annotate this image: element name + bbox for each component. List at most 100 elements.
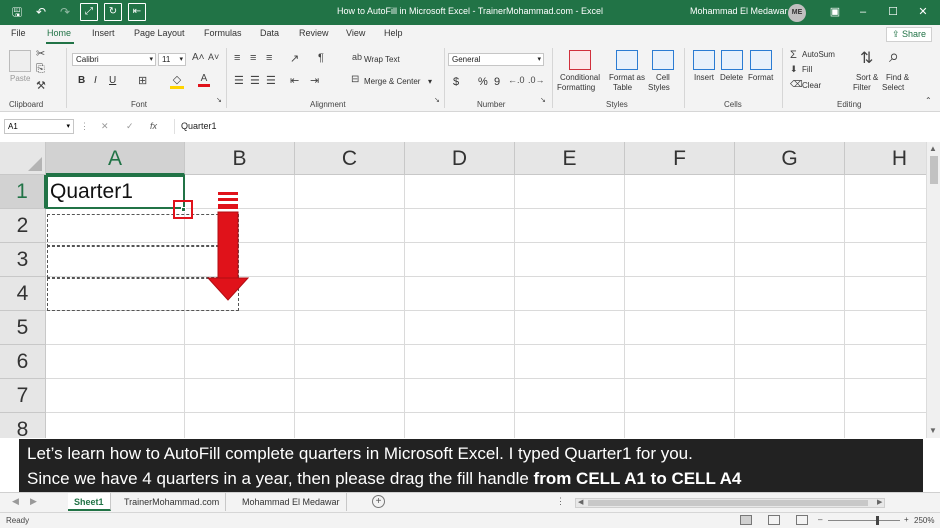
number-dialog-launcher-icon[interactable]: ↘ xyxy=(540,96,546,104)
share-button[interactable]: ⇪ Share xyxy=(886,27,932,42)
underline-button[interactable]: U xyxy=(109,75,116,86)
tab-data[interactable]: Data xyxy=(260,28,279,38)
fill-handle[interactable] xyxy=(181,207,186,212)
conditional-formatting-label-1[interactable]: Conditional xyxy=(560,73,600,82)
borders-icon[interactable]: ⊞ xyxy=(138,74,147,87)
merge-center-button[interactable]: Merge & Center xyxy=(364,77,420,86)
paste-icon[interactable] xyxy=(9,50,31,72)
decrease-font-icon[interactable]: A˅ xyxy=(208,52,219,62)
find-select-label-2[interactable]: Select xyxy=(882,83,904,92)
delete-cells-button[interactable]: Delete xyxy=(720,73,743,82)
paragraph-icon[interactable]: ¶ xyxy=(318,52,324,64)
decrease-indent-icon[interactable]: ⇤ xyxy=(290,74,299,87)
align-right-icon[interactable]: ☰ xyxy=(266,74,276,87)
format-as-table-label-2[interactable]: Table xyxy=(613,83,632,92)
align-top-icon[interactable]: ≡ xyxy=(234,52,240,64)
row-header-8[interactable]: 8 xyxy=(0,413,46,438)
row-header-2[interactable]: 2 xyxy=(0,209,46,243)
cancel-icon[interactable]: ✕ xyxy=(101,121,109,132)
tab-review[interactable]: Review xyxy=(299,28,329,38)
insert-cells-button[interactable]: Insert xyxy=(694,73,714,82)
zoom-slider[interactable] xyxy=(828,520,900,521)
tab-formulas[interactable]: Formulas xyxy=(204,28,242,38)
column-header-f[interactable]: F xyxy=(625,142,735,175)
column-header-d[interactable]: D xyxy=(405,142,515,175)
page-layout-view-icon[interactable] xyxy=(768,515,780,525)
scroll-down-icon[interactable]: ▼ xyxy=(929,426,937,435)
vertical-scroll-thumb[interactable] xyxy=(930,156,938,184)
avatar[interactable]: ME xyxy=(788,4,806,22)
font-size-combo[interactable]: 11 ▾ xyxy=(158,53,186,66)
row-header-4[interactable]: 4 xyxy=(0,277,46,311)
scroll-left-icon[interactable]: ◀ xyxy=(578,498,583,506)
increase-indent-icon[interactable]: ⇥ xyxy=(310,74,319,87)
maximize-icon[interactable]: ☐ xyxy=(882,2,904,22)
percent-button[interactable]: % xyxy=(478,76,488,88)
column-header-b[interactable]: B xyxy=(185,142,295,175)
alignment-dialog-launcher-icon[interactable]: ↘ xyxy=(434,96,440,104)
tab-help[interactable]: Help xyxy=(384,28,403,38)
cell-styles-label-2[interactable]: Styles xyxy=(648,83,670,92)
column-header-c[interactable]: C xyxy=(295,142,405,175)
paste-button[interactable]: Paste xyxy=(10,74,30,83)
orientation-icon[interactable]: ↗ xyxy=(290,52,299,65)
zoom-level[interactable]: 250% xyxy=(914,516,934,525)
format-as-table-label-1[interactable]: Format as xyxy=(609,73,645,82)
collapse-ribbon-icon[interactable]: ⌃ xyxy=(925,96,932,105)
format-painter-icon[interactable]: ⚒ xyxy=(36,79,46,92)
currency-button[interactable]: $ xyxy=(453,76,459,88)
row-header-1[interactable]: 1 xyxy=(0,175,46,209)
font-name-combo[interactable]: Calibri ▾ xyxy=(72,53,156,66)
number-format-combo[interactable]: General ▾ xyxy=(448,53,544,66)
conditional-formatting-label-2[interactable]: Formatting xyxy=(557,83,595,92)
row-header-7[interactable]: 7 xyxy=(0,379,46,413)
zoom-slider-knob[interactable] xyxy=(876,516,879,525)
align-center-icon[interactable]: ☰ xyxy=(250,74,260,87)
close-icon[interactable]: ✕ xyxy=(912,2,934,22)
zoom-in-icon[interactable]: + xyxy=(904,515,909,524)
tab-home[interactable]: Home xyxy=(47,28,71,38)
select-all-button[interactable] xyxy=(0,142,46,175)
fill-button[interactable]: Fill xyxy=(802,65,812,74)
autosum-button[interactable]: AutoSum xyxy=(802,50,835,59)
chevron-down-icon[interactable]: ▾ xyxy=(428,77,432,86)
sheet-tab-trainer[interactable]: TrainerMohammad.com xyxy=(118,493,227,511)
font-color-icon[interactable]: A xyxy=(198,73,210,87)
scroll-up-icon[interactable]: ▲ xyxy=(929,144,937,153)
sort-filter-label-1[interactable]: Sort & xyxy=(856,73,878,82)
user-name[interactable]: Mohammad El Medawar xyxy=(690,6,788,16)
decrease-decimal-icon[interactable]: .0→ xyxy=(528,75,545,85)
normal-view-icon[interactable] xyxy=(740,515,752,525)
minimize-icon[interactable]: – xyxy=(852,2,874,22)
align-middle-icon[interactable]: ≡ xyxy=(250,52,256,64)
formula-input[interactable]: Quarter1 xyxy=(174,119,936,134)
scroll-right-icon[interactable]: ▶ xyxy=(877,498,882,506)
bold-button[interactable]: B xyxy=(78,75,85,86)
add-sheet-button[interactable]: + xyxy=(372,495,385,508)
horizontal-scroll-thumb[interactable] xyxy=(588,500,868,506)
column-header-h[interactable]: H xyxy=(845,142,926,175)
sheet-tab-author[interactable]: Mohammad El Medawar xyxy=(236,493,347,511)
italic-button[interactable]: I xyxy=(94,75,97,86)
row-header-3[interactable]: 3 xyxy=(0,243,46,277)
horizontal-scrollbar[interactable] xyxy=(575,498,885,508)
tab-insert[interactable]: Insert xyxy=(92,28,115,38)
insert-function-icon[interactable]: fx xyxy=(150,121,157,131)
row-header-6[interactable]: 6 xyxy=(0,345,46,379)
more-options-icon[interactable]: ⋮ xyxy=(80,121,89,132)
more-sheets-icon[interactable]: ⋮ xyxy=(556,496,565,507)
zoom-out-icon[interactable]: – xyxy=(818,515,822,524)
column-header-a[interactable]: A xyxy=(46,142,185,175)
increase-decimal-icon[interactable]: ←.0 xyxy=(508,75,525,85)
prev-sheet-icon[interactable]: ◀ xyxy=(12,496,19,507)
font-dialog-launcher-icon[interactable]: ↘ xyxy=(216,96,222,104)
copy-icon[interactable]: ⎘ xyxy=(36,63,45,76)
page-break-view-icon[interactable] xyxy=(796,515,808,525)
tab-page-layout[interactable]: Page Layout xyxy=(134,28,185,38)
sheet-tab-sheet1[interactable]: Sheet1 xyxy=(68,493,111,511)
find-select-label-1[interactable]: Find & xyxy=(886,73,909,82)
name-box[interactable]: A1 ▾ xyxy=(4,119,74,134)
format-cells-button[interactable]: Format xyxy=(748,73,773,82)
cell-styles-label-1[interactable]: Cell xyxy=(656,73,670,82)
ribbon-display-icon[interactable]: ▣ xyxy=(824,2,846,22)
